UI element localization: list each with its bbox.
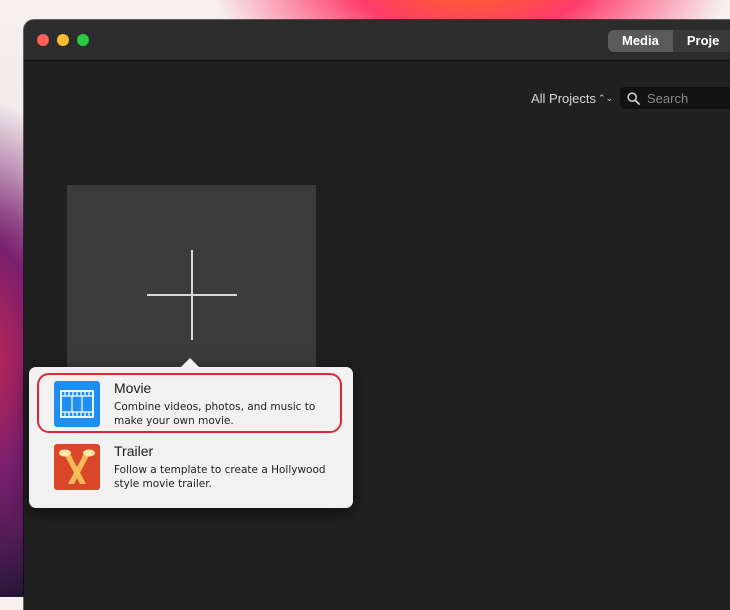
title-bar: Media Proje — [24, 20, 730, 61]
new-project-popover: Movie Combine videos, photos, and music … — [29, 358, 353, 508]
tab-projects[interactable]: Proje — [672, 30, 730, 52]
trailer-option-description: Follow a template to create a Hollywood … — [114, 464, 326, 490]
movie-option-title: Movie — [114, 380, 152, 396]
close-window-button[interactable] — [37, 34, 49, 46]
app-window: Media Proje All Projects ⌃⌄ — [24, 20, 730, 610]
search-icon — [627, 91, 640, 105]
search-input[interactable] — [645, 89, 730, 107]
movie-option-description: Combine videos, photos, and music to mak… — [114, 401, 316, 427]
new-project-tile[interactable] — [67, 185, 316, 370]
zoom-window-button[interactable] — [77, 34, 89, 46]
projects-filter-label: All Projects — [531, 91, 597, 106]
film-strip-icon — [54, 381, 100, 427]
tab-media[interactable]: Media — [608, 30, 673, 52]
view-segmented-control: Media Proje — [608, 30, 730, 52]
projects-filter-popup[interactable]: All Projects ⌃⌄ — [531, 91, 613, 106]
minimize-window-button[interactable] — [57, 34, 69, 46]
spotlight-icon — [54, 444, 100, 490]
popover-arrow — [181, 358, 199, 367]
plus-icon — [147, 250, 237, 340]
trailer-option-title: Trailer — [114, 443, 154, 459]
up-down-chevron-icon: ⌃⌄ — [598, 93, 614, 103]
trailer-option[interactable]: Trailer Follow a template to create a Ho… — [29, 439, 353, 495]
movie-option[interactable]: Movie Combine videos, photos, and music … — [29, 376, 353, 432]
search-field[interactable] — [620, 87, 730, 109]
